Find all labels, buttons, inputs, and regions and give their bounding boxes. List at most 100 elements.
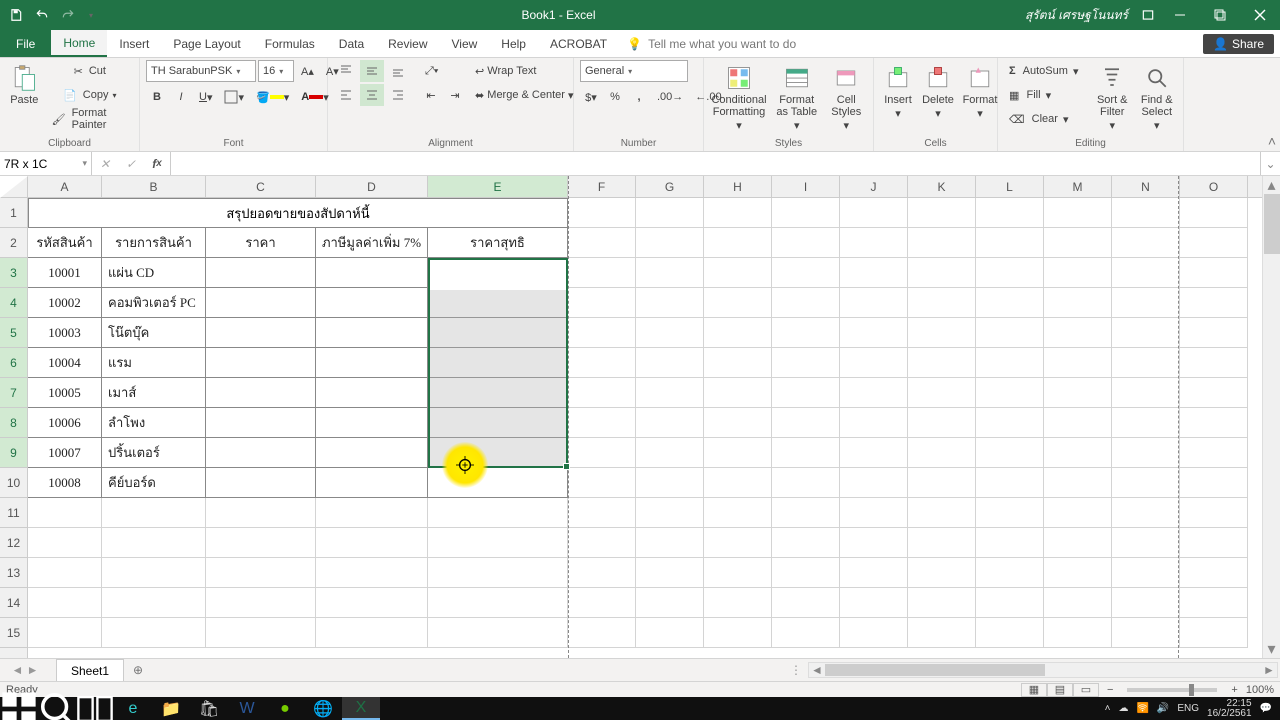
cell-B13[interactable] xyxy=(102,558,206,588)
cell-J15[interactable] xyxy=(840,618,908,648)
tab-page-layout[interactable]: Page Layout xyxy=(161,30,252,57)
row-header-15[interactable]: 15 xyxy=(0,618,27,648)
tray-onedrive-icon[interactable]: ☁ xyxy=(1118,704,1128,714)
cell-G7[interactable] xyxy=(636,378,704,408)
cell-F8[interactable] xyxy=(568,408,636,438)
cell-O15[interactable] xyxy=(1180,618,1248,648)
cell-O9[interactable] xyxy=(1180,438,1248,468)
cell-J10[interactable] xyxy=(840,468,908,498)
cell-K9[interactable] xyxy=(908,438,976,468)
zoom-out-icon[interactable]: − xyxy=(1107,684,1113,696)
cell-C4[interactable] xyxy=(206,288,316,318)
cell-E9[interactable] xyxy=(428,438,568,468)
taskbar-edge-icon[interactable]: e xyxy=(114,697,152,720)
cell-M11[interactable] xyxy=(1044,498,1112,528)
cell-A13[interactable] xyxy=(28,558,102,588)
tray-volume-icon[interactable]: 🔊 xyxy=(1157,704,1169,714)
cell-O8[interactable] xyxy=(1180,408,1248,438)
cell-O7[interactable] xyxy=(1180,378,1248,408)
cell-I13[interactable] xyxy=(772,558,840,588)
cell-L10[interactable] xyxy=(976,468,1044,498)
cell-G13[interactable] xyxy=(636,558,704,588)
cell-E14[interactable] xyxy=(428,588,568,618)
sheet-tab[interactable]: Sheet1 xyxy=(56,659,124,681)
cell-H14[interactable] xyxy=(704,588,772,618)
cell-E2[interactable]: ราคาสุทธิ xyxy=(428,228,568,258)
tab-data[interactable]: Data xyxy=(327,30,376,57)
cell-I1[interactable] xyxy=(772,198,840,228)
cell-O12[interactable] xyxy=(1180,528,1248,558)
row-header-11[interactable]: 11 xyxy=(0,498,27,528)
close-button[interactable] xyxy=(1240,0,1280,30)
cell-C6[interactable] xyxy=(206,348,316,378)
taskbar-clock[interactable]: 22:15 16/2/2561 xyxy=(1207,699,1252,719)
tell-me-search[interactable]: 💡 Tell me what you want to do xyxy=(619,30,804,57)
cell-B2[interactable]: รายการสินค้า xyxy=(102,228,206,258)
tray-lang-icon[interactable]: ENG xyxy=(1177,704,1199,714)
tab-view[interactable]: View xyxy=(440,30,490,57)
row-header-4[interactable]: 4 xyxy=(0,288,27,318)
cell-I12[interactable] xyxy=(772,528,840,558)
col-header-L[interactable]: L xyxy=(976,176,1044,197)
cut-button[interactable]: ✂Cut xyxy=(47,60,133,82)
cell-I7[interactable] xyxy=(772,378,840,408)
font-size-select[interactable]: 16 xyxy=(258,60,294,82)
cell-O5[interactable] xyxy=(1180,318,1248,348)
cell-M14[interactable] xyxy=(1044,588,1112,618)
cell-C12[interactable] xyxy=(206,528,316,558)
cell-G3[interactable] xyxy=(636,258,704,288)
cell-J4[interactable] xyxy=(840,288,908,318)
cell-I2[interactable] xyxy=(772,228,840,258)
cell-J2[interactable] xyxy=(840,228,908,258)
normal-view-icon[interactable]: ▦ xyxy=(1021,683,1047,697)
cell-D8[interactable] xyxy=(316,408,428,438)
cell-E8[interactable] xyxy=(428,408,568,438)
tab-acrobat[interactable]: ACROBAT xyxy=(538,30,619,57)
cell-I11[interactable] xyxy=(772,498,840,528)
row-header-13[interactable]: 13 xyxy=(0,558,27,588)
cell-M3[interactable] xyxy=(1044,258,1112,288)
cell-E4[interactable] xyxy=(428,288,568,318)
cell-L5[interactable] xyxy=(976,318,1044,348)
cell-F2[interactable] xyxy=(568,228,636,258)
cell-M9[interactable] xyxy=(1044,438,1112,468)
row-header-7[interactable]: 7 xyxy=(0,378,27,408)
cell-O6[interactable] xyxy=(1180,348,1248,378)
cell-J5[interactable] xyxy=(840,318,908,348)
cell-A12[interactable] xyxy=(28,528,102,558)
orientation-icon[interactable]: ⤢▾ xyxy=(420,60,443,82)
cell-N6[interactable] xyxy=(1112,348,1180,378)
scroll-up-icon[interactable]: ▴ xyxy=(1263,176,1280,194)
fill-button[interactable]: ▦ Fill ▾ xyxy=(1004,84,1088,106)
vscroll-thumb[interactable] xyxy=(1264,194,1280,254)
cell-F11[interactable] xyxy=(568,498,636,528)
autosum-button[interactable]: Σ AutoSum ▾ xyxy=(1004,60,1088,82)
cell-C9[interactable] xyxy=(206,438,316,468)
taskbar-store-icon[interactable]: 🛍 xyxy=(190,697,228,720)
cell-L9[interactable] xyxy=(976,438,1044,468)
cell-A3[interactable]: 10001 xyxy=(28,258,102,288)
wrap-text-button[interactable]: ↩ Wrap Text xyxy=(470,60,580,82)
cell-A15[interactable] xyxy=(28,618,102,648)
task-view-icon[interactable] xyxy=(76,697,114,720)
cell-D3[interactable] xyxy=(316,258,428,288)
align-center-icon[interactable] xyxy=(360,84,384,106)
cell-M5[interactable] xyxy=(1044,318,1112,348)
cell-E3[interactable] xyxy=(428,258,568,288)
cell-L13[interactable] xyxy=(976,558,1044,588)
cell-D7[interactable] xyxy=(316,378,428,408)
cell-C11[interactable] xyxy=(206,498,316,528)
enter-formula-icon[interactable]: ✓ xyxy=(118,157,144,171)
cell-H11[interactable] xyxy=(704,498,772,528)
row-header-1[interactable]: 1 xyxy=(0,198,27,228)
cell-N9[interactable] xyxy=(1112,438,1180,468)
cell-N15[interactable] xyxy=(1112,618,1180,648)
cell-L8[interactable] xyxy=(976,408,1044,438)
clear-button[interactable]: ⌫ Clear ▾ xyxy=(1004,108,1088,130)
cell-I4[interactable] xyxy=(772,288,840,318)
cell-E15[interactable] xyxy=(428,618,568,648)
cell-L14[interactable] xyxy=(976,588,1044,618)
taskbar-word-icon[interactable]: W xyxy=(228,697,266,720)
cell-K2[interactable] xyxy=(908,228,976,258)
cell-G14[interactable] xyxy=(636,588,704,618)
